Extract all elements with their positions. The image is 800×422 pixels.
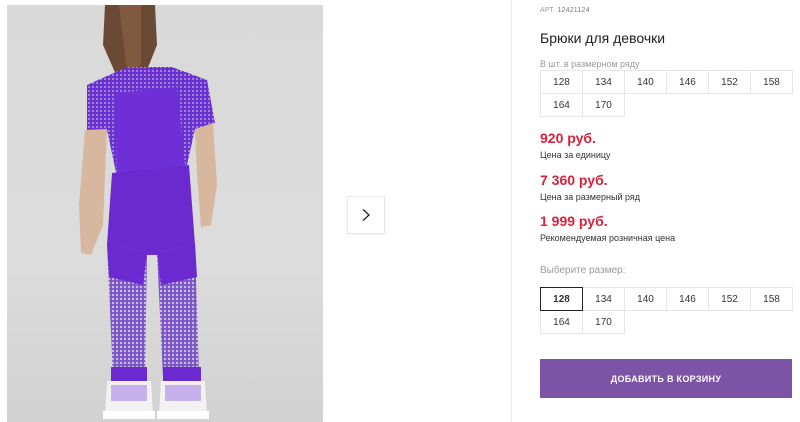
gallery-next-button[interactable] — [347, 196, 385, 234]
choose-size-label: Выберите размер: — [540, 265, 626, 276]
product-photo[interactable] — [7, 5, 323, 422]
size-option-140[interactable]: 140 — [624, 287, 667, 311]
retail-price: 1 999 руб. — [540, 213, 608, 229]
size-range-cell: 164 — [540, 93, 583, 117]
size-range-cell: 158 — [750, 70, 793, 94]
product-photo-illustration — [79, 5, 217, 419]
size-range-cell: 134 — [582, 70, 625, 94]
product-gallery — [0, 0, 512, 422]
size-option-158[interactable]: 158 — [750, 287, 793, 311]
product-title: Брюки для девочки — [540, 30, 666, 46]
article-line: АРТ. 12421124 — [540, 7, 590, 14]
chevron-right-icon — [362, 209, 370, 221]
article-number: 12421124 — [557, 7, 590, 14]
size-range-cell: 128 — [540, 70, 583, 94]
range-price: 7 360 руб. — [540, 172, 608, 188]
size-range-cell: 140 — [624, 70, 667, 94]
unit-price: 920 руб. — [540, 130, 596, 146]
size-option-128[interactable]: 128 — [540, 287, 583, 311]
size-range-cell: 170 — [582, 93, 625, 117]
size-option-152[interactable]: 152 — [708, 287, 751, 311]
size-option-146[interactable]: 146 — [666, 287, 709, 311]
unit-price-caption: Цена за единицу — [540, 150, 611, 160]
article-label: АРТ. — [540, 7, 556, 14]
size-range-cell: 152 — [708, 70, 751, 94]
range-price-caption: Цена за размерный ряд — [540, 192, 641, 202]
size-selector: 128 134 140 146 152 158 164 170 — [540, 287, 793, 334]
size-range-label: В шт. в размерном ряду — [540, 59, 640, 69]
add-to-cart-button[interactable]: ДОБАВИТЬ В КОРЗИНУ — [540, 359, 792, 398]
size-option-164[interactable]: 164 — [540, 310, 583, 334]
size-range-grid: 128 134 140 146 152 158 164 170 — [540, 70, 793, 117]
size-option-134[interactable]: 134 — [582, 287, 625, 311]
size-option-170[interactable]: 170 — [582, 310, 625, 334]
size-range-cell: 146 — [666, 70, 709, 94]
retail-price-caption: Рекомендуемая розничная цена — [540, 233, 676, 243]
